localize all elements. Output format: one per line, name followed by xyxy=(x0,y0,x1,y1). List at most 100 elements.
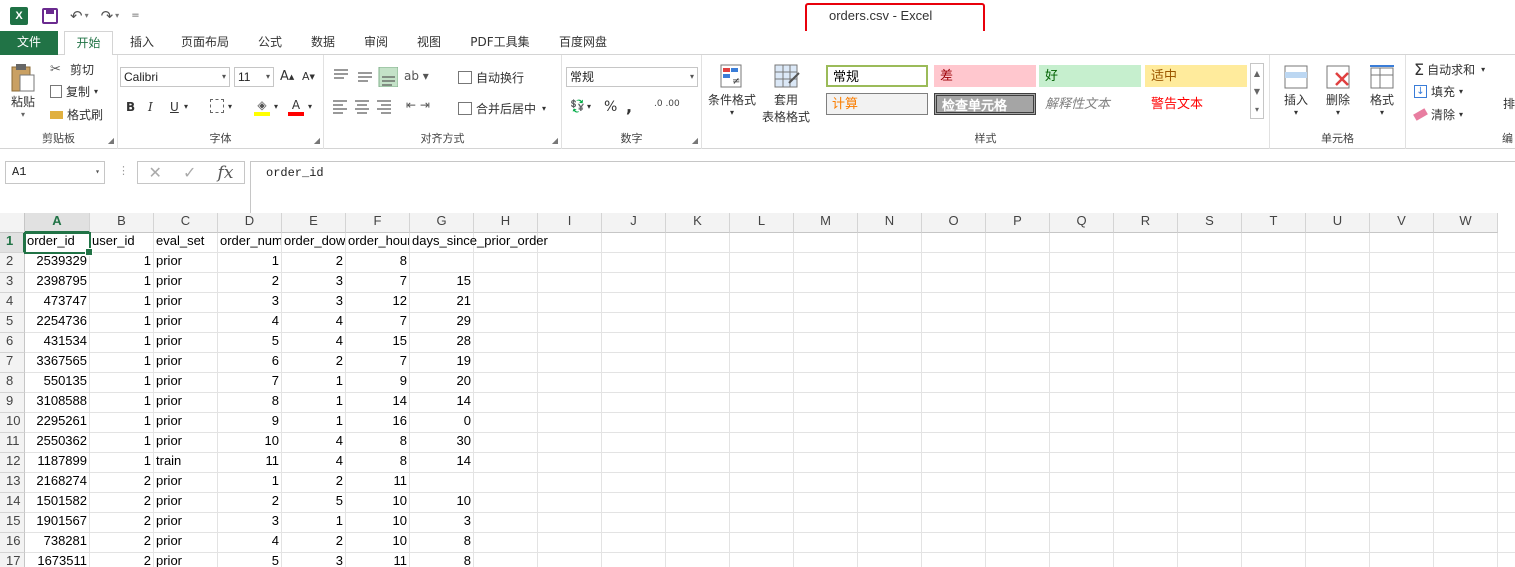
cell-style-7[interactable]: 警告文本 xyxy=(1145,93,1247,115)
column-header-A[interactable]: A xyxy=(25,213,90,233)
cell-style-0[interactable]: 常规 xyxy=(826,65,928,87)
cell-B5[interactable]: 1 xyxy=(90,313,153,333)
cell-B11[interactable]: 1 xyxy=(90,433,153,453)
column-header-P[interactable]: P xyxy=(986,213,1050,233)
font-size-combo[interactable]: 11 ▾ xyxy=(234,67,274,87)
column-header-T[interactable]: T xyxy=(1242,213,1306,233)
delete-cells-button[interactable]: 删除 ▾ xyxy=(1324,63,1352,117)
cell-B1[interactable]: user_id xyxy=(90,233,153,253)
row-header-1[interactable]: 1 xyxy=(0,233,25,253)
tab-review[interactable]: 审阅 xyxy=(356,31,396,55)
row-header-5[interactable]: 5 xyxy=(0,313,25,333)
cell-F17[interactable]: 11 xyxy=(346,553,409,567)
column-header-H[interactable]: H xyxy=(474,213,538,233)
format-as-table-button[interactable]: 套用 表格格式 xyxy=(762,63,810,125)
copy-button[interactable]: 复制 ▾ xyxy=(50,83,98,100)
column-header-J[interactable]: J xyxy=(602,213,666,233)
cell-D14[interactable]: 2 xyxy=(218,493,281,513)
cell-D15[interactable]: 3 xyxy=(218,513,281,533)
cell-F6[interactable]: 15 xyxy=(346,333,409,353)
cell-F5[interactable]: 7 xyxy=(346,313,409,333)
cell-E1[interactable]: order_dow xyxy=(282,233,345,253)
cell-F10[interactable]: 16 xyxy=(346,413,409,433)
cell-C6[interactable]: prior xyxy=(154,333,217,353)
spreadsheet-grid[interactable]: A B C D E F G H I J K L M N O P Q R S T U V W 1 2 3 4 5 6 7 8 9 10 11 12 13… xyxy=(0,213,1515,567)
cell-style-2[interactable]: 好 xyxy=(1039,65,1141,87)
cell-E12[interactable]: 4 xyxy=(282,453,345,473)
row-header-8[interactable]: 8 xyxy=(0,373,25,393)
cell-F3[interactable]: 7 xyxy=(346,273,409,293)
fill-button[interactable]: ↓ 填充 ▾ xyxy=(1414,83,1463,100)
customize-qat-icon[interactable]: = xyxy=(131,10,139,21)
column-header-B[interactable]: B xyxy=(90,213,154,233)
undo-icon[interactable]: ↶ xyxy=(70,7,83,25)
cell-C17[interactable]: prior xyxy=(154,553,217,567)
redo-dropdown-icon[interactable]: ▾ xyxy=(115,11,119,20)
tab-page-layout[interactable]: 页面布局 xyxy=(172,31,238,55)
cell-C12[interactable]: train xyxy=(154,453,217,473)
insert-cells-button[interactable]: 插入 ▾ xyxy=(1282,63,1310,117)
cell-F12[interactable]: 8 xyxy=(346,453,409,473)
cell-F7[interactable]: 7 xyxy=(346,353,409,373)
tab-data[interactable]: 数据 xyxy=(303,31,343,55)
cell-A4[interactable]: 473747 xyxy=(25,293,89,313)
cell-G8[interactable]: 20 xyxy=(410,373,473,393)
cell-D16[interactable]: 4 xyxy=(218,533,281,553)
cell-G16[interactable]: 8 xyxy=(410,533,473,553)
cell-A11[interactable]: 2550362 xyxy=(25,433,89,453)
insert-function-icon[interactable]: fx xyxy=(218,163,234,183)
paste-button[interactable]: 粘贴 ▾ xyxy=(10,63,36,119)
row-header-11[interactable]: 11 xyxy=(0,433,25,453)
column-header-D[interactable]: D xyxy=(218,213,282,233)
cell-style-4[interactable]: 计算 xyxy=(826,93,928,115)
undo-dropdown-icon[interactable]: ▾ xyxy=(85,11,89,20)
row-header-10[interactable]: 10 xyxy=(0,413,25,433)
redo-icon[interactable]: ↷ xyxy=(101,7,114,25)
cell-A12[interactable]: 1187899 xyxy=(25,453,89,473)
row-header-12[interactable]: 12 xyxy=(0,453,25,473)
column-header-I[interactable]: I xyxy=(538,213,602,233)
cell-style-5[interactable]: 检查单元格 xyxy=(934,93,1036,115)
column-header-V[interactable]: V xyxy=(1370,213,1434,233)
cell-F15[interactable]: 10 xyxy=(346,513,409,533)
cell-B16[interactable]: 2 xyxy=(90,533,153,553)
cell-E5[interactable]: 4 xyxy=(282,313,345,333)
column-header-L[interactable]: L xyxy=(730,213,794,233)
cell-G14[interactable]: 10 xyxy=(410,493,473,513)
row-header-15[interactable]: 15 xyxy=(0,513,25,533)
active-cell-selection[interactable] xyxy=(24,232,93,256)
cell-G4[interactable]: 21 xyxy=(410,293,473,313)
styles-gallery-scroll[interactable]: ▲ ▼ ▾ xyxy=(1250,63,1264,119)
cell-B6[interactable]: 1 xyxy=(90,333,153,353)
vertical-align-icons[interactable] xyxy=(332,67,398,87)
cell-E4[interactable]: 3 xyxy=(282,293,345,313)
currency-button[interactable]: 💱 ▾ xyxy=(570,99,591,113)
cut-button[interactable]: ✂ 剪切 xyxy=(50,61,94,78)
format-cells-button[interactable]: 格式 ▾ xyxy=(1368,63,1396,117)
underline-button[interactable]: U xyxy=(170,100,179,114)
cell-D12[interactable]: 11 xyxy=(218,453,281,473)
cell-C14[interactable]: prior xyxy=(154,493,217,513)
cell-D11[interactable]: 10 xyxy=(218,433,281,453)
fill-color-button[interactable]: ◈ xyxy=(254,98,270,116)
cell-G12[interactable]: 14 xyxy=(410,453,473,473)
cell-B12[interactable]: 1 xyxy=(90,453,153,473)
row-header-3[interactable]: 3 xyxy=(0,273,25,293)
wrap-text-button[interactable]: 自动换行 xyxy=(458,69,524,86)
cell-D6[interactable]: 5 xyxy=(218,333,281,353)
clear-button[interactable]: 清除 ▾ xyxy=(1413,106,1463,123)
cell-C13[interactable]: prior xyxy=(154,473,217,493)
column-header-R[interactable]: R xyxy=(1114,213,1178,233)
cell-A10[interactable]: 2295261 xyxy=(25,413,89,433)
fill-color-dropdown-icon[interactable]: ▾ xyxy=(274,102,278,111)
italic-button[interactable]: I xyxy=(148,100,153,114)
shrink-font-button[interactable]: A ▼ xyxy=(302,70,315,83)
cell-C3[interactable]: prior xyxy=(154,273,217,293)
cell-A16[interactable]: 738281 xyxy=(25,533,89,553)
increase-decimal-button[interactable]: .0 .00 xyxy=(654,99,680,109)
borders-button[interactable]: ▾ xyxy=(210,99,232,113)
cell-G7[interactable]: 19 xyxy=(410,353,473,373)
cell-C4[interactable]: prior xyxy=(154,293,217,313)
cell-F11[interactable]: 8 xyxy=(346,433,409,453)
cell-F2[interactable]: 8 xyxy=(346,253,409,273)
